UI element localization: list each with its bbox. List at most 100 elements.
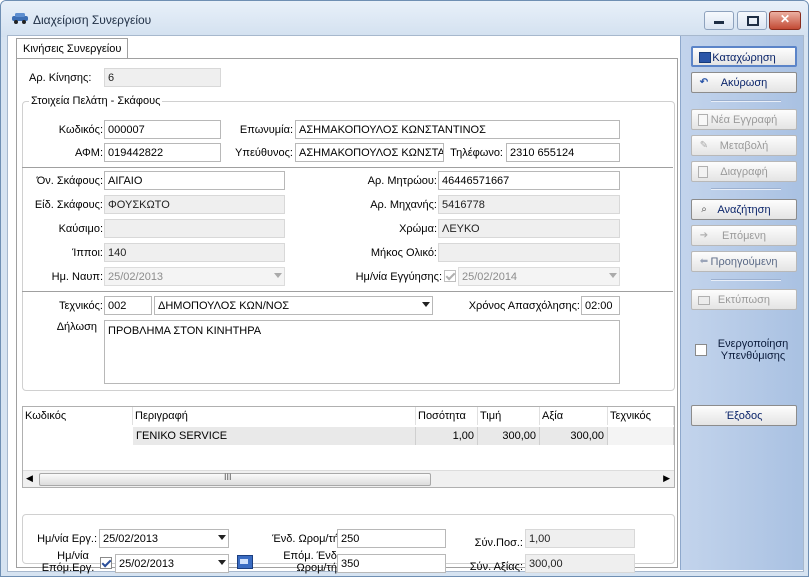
maximize-icon: [747, 16, 759, 26]
search-icon: ⌕: [701, 204, 707, 215]
row-quantity[interactable]: 1,00: [416, 427, 478, 445]
horizontal-scrollbar[interactable]: ◀ III ▶: [23, 470, 674, 487]
launch-date-combo[interactable]: 25/02/2013: [104, 267, 285, 286]
arrow-right-icon: ➔: [699, 230, 709, 241]
row-price[interactable]: 300,00: [478, 427, 540, 445]
row-technician[interactable]: [608, 427, 674, 445]
scrollbar-thumb[interactable]: III: [39, 472, 431, 486]
divider: [22, 291, 673, 292]
vessel-type-label: Είδ. Σκάφους:: [34, 199, 103, 211]
fuel-field[interactable]: [104, 219, 285, 238]
time-field[interactable]: 02:00: [581, 296, 620, 315]
divider: [22, 167, 673, 168]
col-header-value[interactable]: Αξία: [540, 407, 608, 425]
work-date-combo[interactable]: 25/02/2013: [99, 529, 229, 548]
warranty-checkbox[interactable]: [444, 270, 456, 282]
technician-label: Τεχνικός:: [59, 300, 103, 312]
next-button[interactable]: ➔ Επόμενη: [691, 225, 797, 246]
delete-button[interactable]: Διαγραφή: [691, 161, 797, 182]
maximize-button[interactable]: [737, 11, 767, 30]
phone-label: Τηλέφωνο:: [450, 147, 503, 159]
col-header-price[interactable]: Τιμή: [478, 407, 540, 425]
scroll-right-icon[interactable]: ▶: [663, 473, 670, 484]
launch-date-value: 25/02/2013: [108, 271, 164, 283]
vessel-name-label: Όν. Σκάφους:: [36, 175, 103, 187]
time-label: Χρόνος Απασχόλησης:: [468, 300, 580, 312]
next-hours-field[interactable]: 350: [337, 554, 446, 573]
afm-field[interactable]: 019442822: [104, 143, 221, 162]
edit-icon: ✎: [699, 140, 709, 151]
warranty-date-combo[interactable]: 25/02/2014: [458, 267, 620, 286]
hp-label: Ίπποι:: [72, 247, 103, 259]
search-button[interactable]: ⌕ Αναζήτηση: [691, 199, 797, 220]
movement-number-field[interactable]: 6: [104, 68, 221, 87]
exit-button[interactable]: Έξοδος: [691, 405, 797, 426]
minimize-icon: [714, 21, 724, 24]
technician-name-combo[interactable]: ΔΗΜΟΠΟΥΛΟΣ ΚΩΝ/ΝΟΣ: [154, 296, 433, 315]
total-qty-label: Σύν.Ποσ.:: [474, 537, 523, 549]
technician-code-field[interactable]: 002: [104, 296, 152, 315]
chevron-down-icon: [218, 560, 226, 565]
scroll-left-icon[interactable]: ◀: [26, 473, 33, 484]
calendar-icon[interactable]: [237, 555, 253, 569]
save-button[interactable]: Καταχώρηση: [691, 46, 797, 67]
col-header-quantity[interactable]: Ποσότητα: [416, 407, 478, 425]
next-date-checkbox[interactable]: [100, 557, 112, 569]
chevron-down-icon: [218, 535, 226, 540]
close-button[interactable]: ✕: [769, 11, 801, 30]
new-record-button[interactable]: Νέα Εγγραφή: [691, 109, 797, 130]
statement-label: Δήλωση: [56, 321, 97, 333]
col-header-description[interactable]: Περιγραφή: [133, 407, 416, 425]
col-header-code[interactable]: Κωδικός: [23, 407, 133, 425]
color-field[interactable]: ΛΕΥΚΟ: [438, 219, 620, 238]
tab-panel: Αρ. Κίνησης: 6 Στοιχεία Πελάτη - Σκάφους…: [16, 58, 678, 574]
customer-code-field[interactable]: 000007: [104, 120, 221, 139]
customer-name-field[interactable]: ΑΣΗΜΑΚΟΠΟΥΛΟΣ ΚΩΝΣΤΑΝΤΙΝΟΣ: [295, 120, 620, 139]
warranty-date-value: 25/02/2014: [462, 271, 518, 283]
total-value-field[interactable]: 300,00: [525, 554, 635, 573]
col-header-technician[interactable]: Τεχνικός: [608, 407, 674, 425]
next-hours-label-2: Ωρομ/τή:: [296, 562, 340, 574]
group-title: Στοιχεία Πελάτη - Σκάφους: [29, 95, 163, 107]
print-button[interactable]: Εκτύπωση: [691, 289, 797, 310]
scrollbar-grip: III: [224, 472, 232, 482]
reminder-checkbox[interactable]: [695, 344, 707, 356]
statement-textarea[interactable]: ΠΡΟΒΛΗΜΑ ΣΤΟΝ ΚΙΝΗΤΗΡΑ: [104, 320, 620, 384]
launch-date-label: Ημ. Ναυπ:: [51, 271, 103, 283]
sidebar-divider: [711, 188, 781, 190]
next-date-combo[interactable]: 25/02/2013: [115, 554, 229, 573]
hp-field[interactable]: 140: [104, 243, 285, 262]
length-field[interactable]: [438, 243, 620, 262]
tab-workshop-movements[interactable]: Κινήσεις Συνεργείου: [16, 38, 129, 59]
new-document-icon: [698, 114, 708, 126]
total-value-label: Σύν. Αξίας:: [469, 561, 523, 573]
responsible-field[interactable]: ΑΣΗΜΑΚΟΠΟΥΛΟΣ ΚΩΝΣΤΑ: [295, 143, 444, 162]
registry-field[interactable]: 46446571667: [438, 171, 620, 190]
hours-field[interactable]: 250: [337, 529, 446, 548]
movement-label: Αρ. Κίνησης:: [29, 72, 92, 84]
registry-label: Αρ. Μητρώου:: [367, 175, 437, 187]
close-icon: ✕: [780, 12, 791, 26]
next-date-label-1: Ημ/νία: [57, 550, 89, 562]
car-icon: [12, 13, 28, 24]
vessel-type-field[interactable]: ΦΟΥΣΚΩΤΟ: [104, 195, 285, 214]
work-date-value: 25/02/2013: [103, 533, 159, 545]
printer-icon: [698, 296, 710, 305]
app-window: Διαχείριση Συνεργείου ✕ Κινήσεις Συνεργε…: [0, 0, 809, 577]
items-grid: Κωδικός Περιγραφή Ποσότητα Τιμή Αξία Τεχ…: [22, 406, 675, 488]
total-qty-field[interactable]: 1,00: [525, 529, 635, 548]
vessel-name-field[interactable]: ΑΙΓΑΙΟ: [104, 171, 285, 190]
phone-field[interactable]: 2310 655124: [506, 143, 620, 162]
engine-field[interactable]: 5416778: [438, 195, 620, 214]
row-value[interactable]: 300,00: [540, 427, 608, 445]
save-icon: [699, 52, 711, 63]
previous-button[interactable]: ⬅ Προηγούμενη: [691, 251, 797, 272]
edit-button[interactable]: ✎ Μεταβολή: [691, 135, 797, 156]
work-date-label: Ημ/νία Εργ.:: [37, 533, 97, 545]
responsible-label: Υπεύθυνος:: [235, 147, 293, 159]
next-date-value: 25/02/2013: [119, 558, 175, 570]
minimize-button[interactable]: [704, 11, 734, 30]
cancel-button[interactable]: ↶ Ακύρωση: [691, 72, 797, 93]
delete-icon: [698, 166, 708, 178]
row-description[interactable]: ΓΕΝΙΚΟ SERVICE: [133, 427, 416, 445]
